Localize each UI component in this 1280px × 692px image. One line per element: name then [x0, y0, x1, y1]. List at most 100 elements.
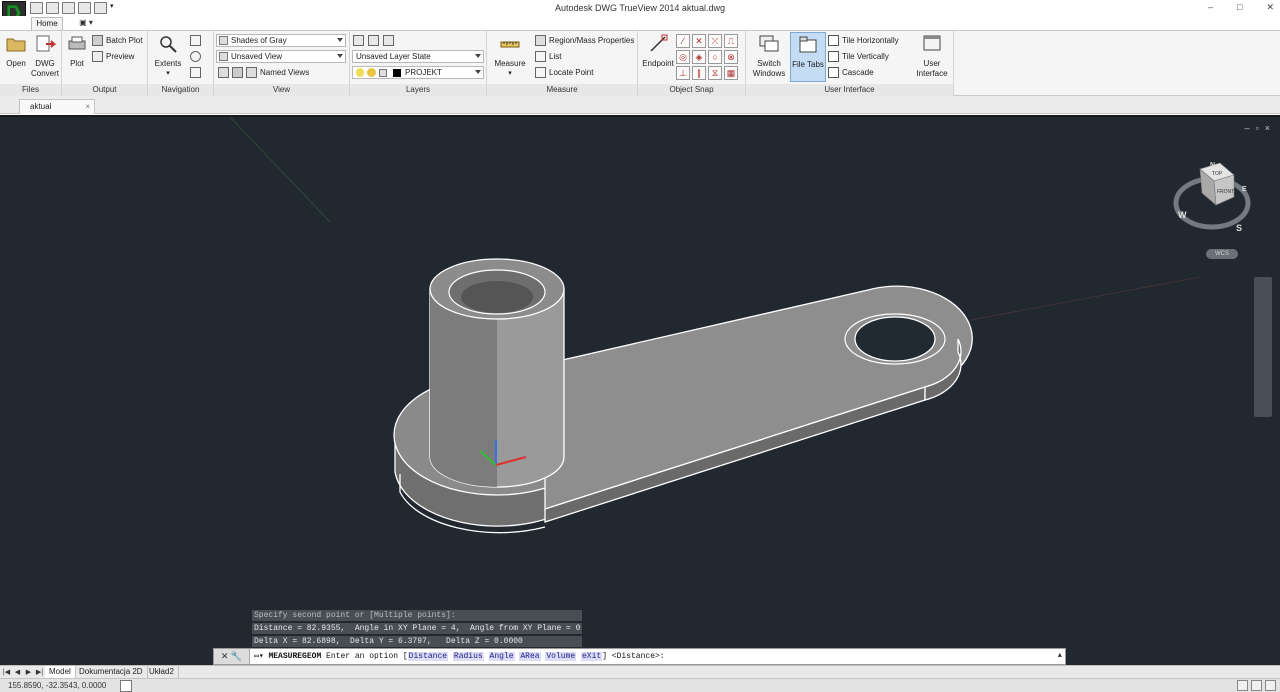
region-mass-properties-button[interactable]: Region/Mass Properties [535, 34, 634, 47]
title-bar: ▾ Autodesk DWG TrueView 2014 aktual.dwg … [0, 0, 1280, 25]
layer-state-select[interactable]: Unsaved Layer State [352, 50, 484, 63]
user-interface-label-1: User [923, 59, 941, 68]
measure-dropdown-arrow[interactable]: ▾ [493, 69, 527, 79]
cascade-button[interactable]: Cascade [828, 66, 874, 79]
list-label: List [549, 52, 562, 61]
batch-plot-button[interactable]: Batch Plot [92, 34, 142, 47]
measure-button[interactable]: Measure ▾ [493, 34, 527, 79]
wcs-menu[interactable]: WCS [1206, 249, 1238, 259]
history-line: Distance = 82.9355, Angle in XY Plane = … [252, 623, 583, 634]
viewcube-front-label: FRONT [1217, 189, 1234, 195]
file-tab-aktual[interactable]: aktual × [19, 99, 95, 114]
file-tabs-button[interactable]: File Tabs [790, 32, 826, 82]
tile-horizontally-button[interactable]: Tile Horizontally [828, 34, 899, 47]
tile-vertically-button[interactable]: Tile Vertically [828, 50, 889, 63]
region-mass-label: Region/Mass Properties [549, 36, 635, 45]
viewport-restore-button[interactable]: ▫ [1256, 123, 1259, 133]
last-tab-arrow-icon[interactable]: ▶| [35, 667, 44, 678]
option-distance[interactable]: Distance [407, 652, 449, 661]
customize-icon[interactable]: 🔧 [231, 651, 242, 661]
layout-tab-bar: |◀ ◀ ▶ ▶| Model Dokumentacja 2D Układ2 [0, 665, 1280, 678]
extension-snap-icon[interactable]: ⎍ [724, 34, 738, 48]
named-views-button[interactable]: Named Views [218, 66, 309, 79]
layout-tab-model[interactable]: Model [45, 666, 76, 678]
coordinate-readout: 155.8590, -32.3543, 0.0000 [8, 681, 107, 690]
annotation-icon[interactable] [1237, 680, 1248, 691]
zoom-button[interactable] [190, 66, 201, 79]
command-line[interactable]: ✕ 🔧 ▭▾ MEASUREGEOM Enter an option [Dist… [213, 648, 1066, 665]
option-radius[interactable]: Radius [452, 652, 484, 661]
extents-label: Extents [154, 59, 182, 68]
midpoint-snap-icon[interactable]: ⁄ [676, 34, 690, 48]
tangent-snap-icon[interactable]: ○ [708, 50, 722, 64]
plot-button[interactable]: Plot [64, 34, 90, 69]
user-interface-button[interactable]: User Interface [912, 34, 952, 79]
layout-tab-uklad2[interactable]: Układ2 [145, 666, 179, 678]
switch-windows-button[interactable]: Switch Windows [750, 34, 788, 79]
extents-button[interactable]: Extents ▾ [152, 34, 184, 79]
close-icon[interactable]: × [85, 100, 90, 113]
folder-icon [6, 38, 26, 52]
minimize-button[interactable]: – [1208, 2, 1213, 13]
restore-button[interactable]: □ [1237, 2, 1242, 13]
orbit-button[interactable] [190, 50, 201, 63]
tab-toggle[interactable]: ▣ ▾ [71, 18, 101, 29]
nearest-snap-icon[interactable]: ⧖ [708, 66, 722, 80]
node-snap-icon[interactable]: ⊗ [724, 50, 738, 64]
tile-vertically-label: Tile Vertically [842, 52, 889, 61]
clean-screen-icon[interactable] [1265, 680, 1276, 691]
layer-walk-icon[interactable] [383, 35, 394, 46]
pan-button[interactable] [190, 34, 201, 47]
first-tab-arrow-icon[interactable]: |◀ [2, 667, 11, 678]
list-button[interactable]: List [535, 50, 561, 63]
perpendicular-snap-icon[interactable]: ⊥ [676, 66, 690, 80]
model-space-icon[interactable] [120, 680, 132, 692]
view-cube-icon [232, 67, 243, 78]
file-tab-bar: aktual × [0, 96, 1280, 114]
preview-button[interactable]: Preview [92, 50, 134, 63]
option-angle[interactable]: Angle [488, 652, 515, 661]
visual-style-select[interactable]: Shades of Gray [216, 34, 346, 47]
files-panel-label: Files [0, 84, 61, 96]
option-area[interactable]: ARea [519, 652, 541, 661]
snap-settings-icon[interactable]: ▦ [724, 66, 738, 80]
layout-tab-dokumentacja[interactable]: Dokumentacja 2D [75, 666, 148, 678]
saved-view-select[interactable]: Unsaved View [216, 50, 346, 63]
object-snap-panel: Endpoint ⁄ ✕ ⤫ ⎍ ◎ ◈ ○ ⊗ ⊥ ∥ ⧖ ▦ Object … [638, 31, 746, 96]
endpoint-button[interactable]: Endpoint [640, 34, 676, 69]
prev-tab-arrow-icon[interactable]: ◀ [13, 667, 22, 678]
layer-properties-icon[interactable] [353, 35, 364, 46]
lock-icon[interactable] [1251, 680, 1262, 691]
tab-home[interactable]: Home [31, 17, 63, 30]
output-panel-label: Output [62, 84, 147, 96]
command-history-arrow-icon[interactable]: ▲ [1058, 649, 1062, 664]
close-button[interactable]: ✕ [1266, 2, 1274, 13]
layer-previous-icon[interactable] [368, 35, 379, 46]
close-icon[interactable]: ✕ [221, 651, 229, 661]
intersection-snap-icon[interactable]: ✕ [692, 34, 706, 48]
quadrant-snap-icon[interactable]: ◈ [692, 50, 706, 64]
viewport-close-button[interactable]: × [1265, 123, 1270, 133]
measure-panel: Measure ▾ Region/Mass Properties List Lo… [487, 31, 638, 96]
viewport-minimize-button[interactable]: – [1245, 123, 1250, 133]
center-snap-icon[interactable]: ◎ [676, 50, 690, 64]
command-prompt[interactable]: ▭▾ MEASUREGEOM Enter an option [Distance… [254, 649, 665, 664]
drawing-viewport[interactable]: – ▫ × TOP FRONT N E S W WCS Specify seco… [0, 115, 1280, 665]
viewcube[interactable]: TOP FRONT N E S W [1172, 161, 1252, 261]
dwg-convert-button[interactable]: DWG Convert [30, 34, 60, 79]
parallel-snap-icon[interactable]: ∥ [692, 66, 706, 80]
navigation-bar[interactable] [1254, 277, 1272, 417]
layer-select[interactable]: PROJEKT [352, 66, 484, 79]
endpoint-label: Endpoint [642, 59, 674, 68]
option-volume[interactable]: Volume [545, 652, 577, 661]
apparent-intersection-snap-icon[interactable]: ⤫ [708, 34, 722, 48]
compass-e: E [1242, 186, 1247, 193]
locate-point-button[interactable]: Locate Point [535, 66, 593, 79]
user-interface-panel: Switch Windows File Tabs Tile Horizontal… [746, 31, 954, 96]
open-button[interactable]: Open [3, 34, 29, 69]
extents-dropdown-arrow[interactable]: ▾ [152, 69, 184, 79]
option-exit[interactable]: eXit [580, 652, 603, 661]
next-tab-arrow-icon[interactable]: ▶ [24, 667, 33, 678]
view-panel-label: View [214, 84, 349, 96]
file-tab-label: aktual [30, 102, 52, 111]
